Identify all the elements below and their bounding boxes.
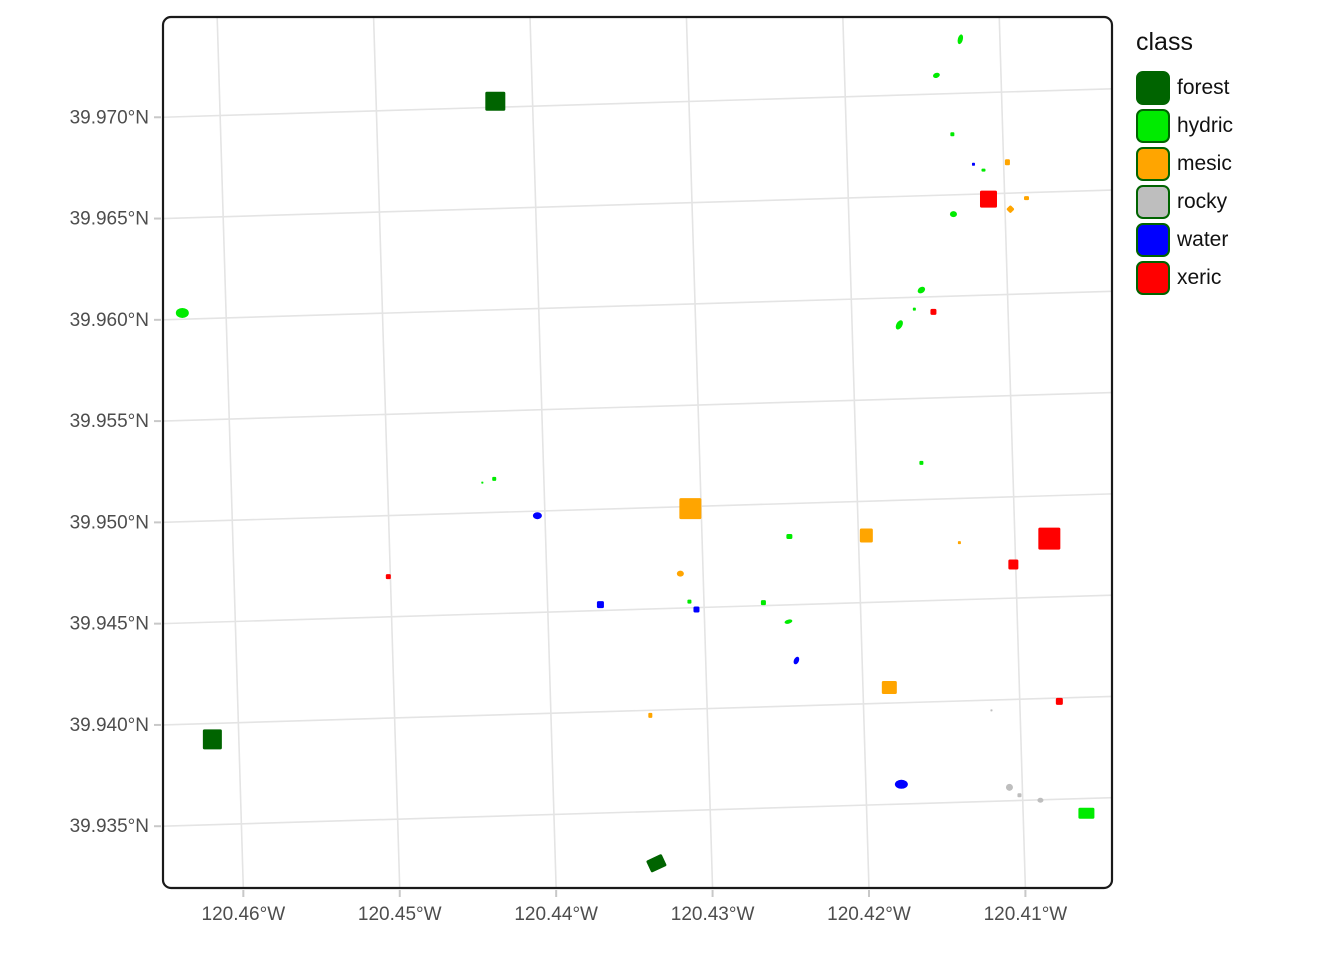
map-feature-hydric <box>492 477 496 481</box>
map-feature-hydric <box>761 600 766 605</box>
map-feature-xeric <box>386 574 391 579</box>
legend-key-xeric <box>1136 261 1170 295</box>
gridline-longitude <box>686 16 712 889</box>
y-axis-tick-label: 39.935°N <box>70 816 149 837</box>
gridline-longitude <box>999 16 1025 889</box>
map-feature-forest <box>203 729 222 749</box>
gridline-longitude <box>530 16 556 889</box>
map-feature-water <box>693 606 699 612</box>
map-feature-hydric <box>786 534 792 539</box>
legend-key-rocky <box>1136 185 1170 219</box>
map-feature-mesic <box>1005 159 1010 165</box>
legend-key-water <box>1136 223 1170 257</box>
map-feature-hydric <box>916 285 926 295</box>
gridline-latitude <box>162 291 1113 320</box>
x-axis-tick-label: 120.43°W <box>671 904 755 925</box>
x-axis-tick-label: 120.45°W <box>358 904 442 925</box>
map-feature-xeric <box>930 309 936 315</box>
legend-key-forest <box>1136 71 1170 105</box>
x-axis-tick-label: 120.41°W <box>984 904 1068 925</box>
map-feature-hydric <box>957 34 964 45</box>
legend-label-forest: forest <box>1177 76 1230 100</box>
map-feature-water <box>533 512 542 519</box>
map-feature-hydric <box>687 600 691 604</box>
map-feature-hydric <box>981 169 985 172</box>
map-feature-hydric <box>950 211 957 217</box>
map-feature-mesic <box>677 571 684 577</box>
map-feature-water <box>895 780 908 789</box>
y-axis-tick-label: 39.960°N <box>70 310 149 331</box>
legend-title: class <box>1136 28 1233 57</box>
map-feature-mesic <box>958 541 961 544</box>
legend-label-rocky: rocky <box>1177 190 1227 214</box>
x-axis-tick-label: 120.46°W <box>202 904 286 925</box>
legend-key-hydric <box>1136 109 1170 143</box>
map-feature-xeric <box>1038 528 1060 550</box>
map-feature-hydric <box>784 619 793 625</box>
y-axis-tick-label: 39.950°N <box>70 512 149 533</box>
map-feature-water <box>597 601 604 608</box>
map-feature-xeric <box>1008 560 1018 570</box>
legend-entry-rocky: rocky <box>1136 183 1233 221</box>
map-feature-hydric <box>894 319 904 331</box>
gridline-longitude <box>843 16 869 889</box>
map-feature-xeric <box>1056 698 1063 705</box>
legend: class forest hydric mesic rocky water xeric <box>1136 28 1233 297</box>
x-axis-tick-label: 120.44°W <box>514 904 598 925</box>
y-axis-tick-label: 39.955°N <box>70 411 149 432</box>
gridline-longitude <box>217 16 243 889</box>
map-feature-rocky <box>1017 793 1021 797</box>
gridline-longitude <box>374 16 400 889</box>
panel-content <box>162 16 1113 889</box>
legend-entry-mesic: mesic <box>1136 145 1233 183</box>
x-axis-tick-label: 120.42°W <box>827 904 911 925</box>
map-feature-mesic <box>1024 196 1029 200</box>
map-feature-hydric <box>950 132 954 136</box>
map-feature-hydric <box>176 308 189 318</box>
gridline-latitude <box>162 696 1113 725</box>
map-feature-forest <box>485 92 505 111</box>
map-feature-hydric <box>481 482 483 484</box>
legend-label-mesic: mesic <box>1177 152 1232 176</box>
map-feature-mesic <box>679 498 701 519</box>
map-feature-forest <box>646 854 667 873</box>
legend-label-water: water <box>1177 228 1228 252</box>
y-axis-tick-label: 39.965°N <box>70 209 149 230</box>
legend-label-hydric: hydric <box>1177 114 1233 138</box>
gridline-latitude <box>162 494 1113 523</box>
map-feature-rocky <box>990 709 992 711</box>
legend-entry-forest: forest <box>1136 69 1233 107</box>
map-feature-hydric <box>932 72 940 79</box>
map-feature-rocky <box>1037 798 1043 803</box>
map-feature-mesic <box>648 713 652 718</box>
panel-border <box>163 17 1112 888</box>
map-feature-hydric <box>919 461 923 465</box>
legend-entry-xeric: xeric <box>1136 259 1233 297</box>
y-axis-tick-label: 39.940°N <box>70 715 149 736</box>
map-feature-water <box>792 656 800 665</box>
gridline-latitude <box>162 393 1113 422</box>
map-feature-rocky <box>1006 784 1013 791</box>
legend-entries: forest hydric mesic rocky water xeric <box>1136 69 1233 297</box>
gridline-latitude <box>162 595 1113 624</box>
y-axis-tick-label: 39.945°N <box>70 614 149 635</box>
legend-entry-hydric: hydric <box>1136 107 1233 145</box>
map-feature-mesic <box>882 681 897 694</box>
map-feature-mesic <box>860 529 873 543</box>
map-feature-mesic <box>1006 205 1014 213</box>
map-feature-hydric <box>913 308 916 311</box>
legend-key-mesic <box>1136 147 1170 181</box>
map-feature-hydric <box>1078 808 1094 819</box>
map-feature-xeric <box>980 191 997 208</box>
legend-label-xeric: xeric <box>1177 266 1221 290</box>
gridline-latitude <box>162 190 1113 219</box>
y-axis-tick-label: 39.970°N <box>70 107 149 128</box>
gridline-latitude <box>162 798 1113 827</box>
map-feature-water <box>972 163 975 166</box>
gridline-latitude <box>162 89 1113 118</box>
legend-entry-water: water <box>1136 221 1233 259</box>
